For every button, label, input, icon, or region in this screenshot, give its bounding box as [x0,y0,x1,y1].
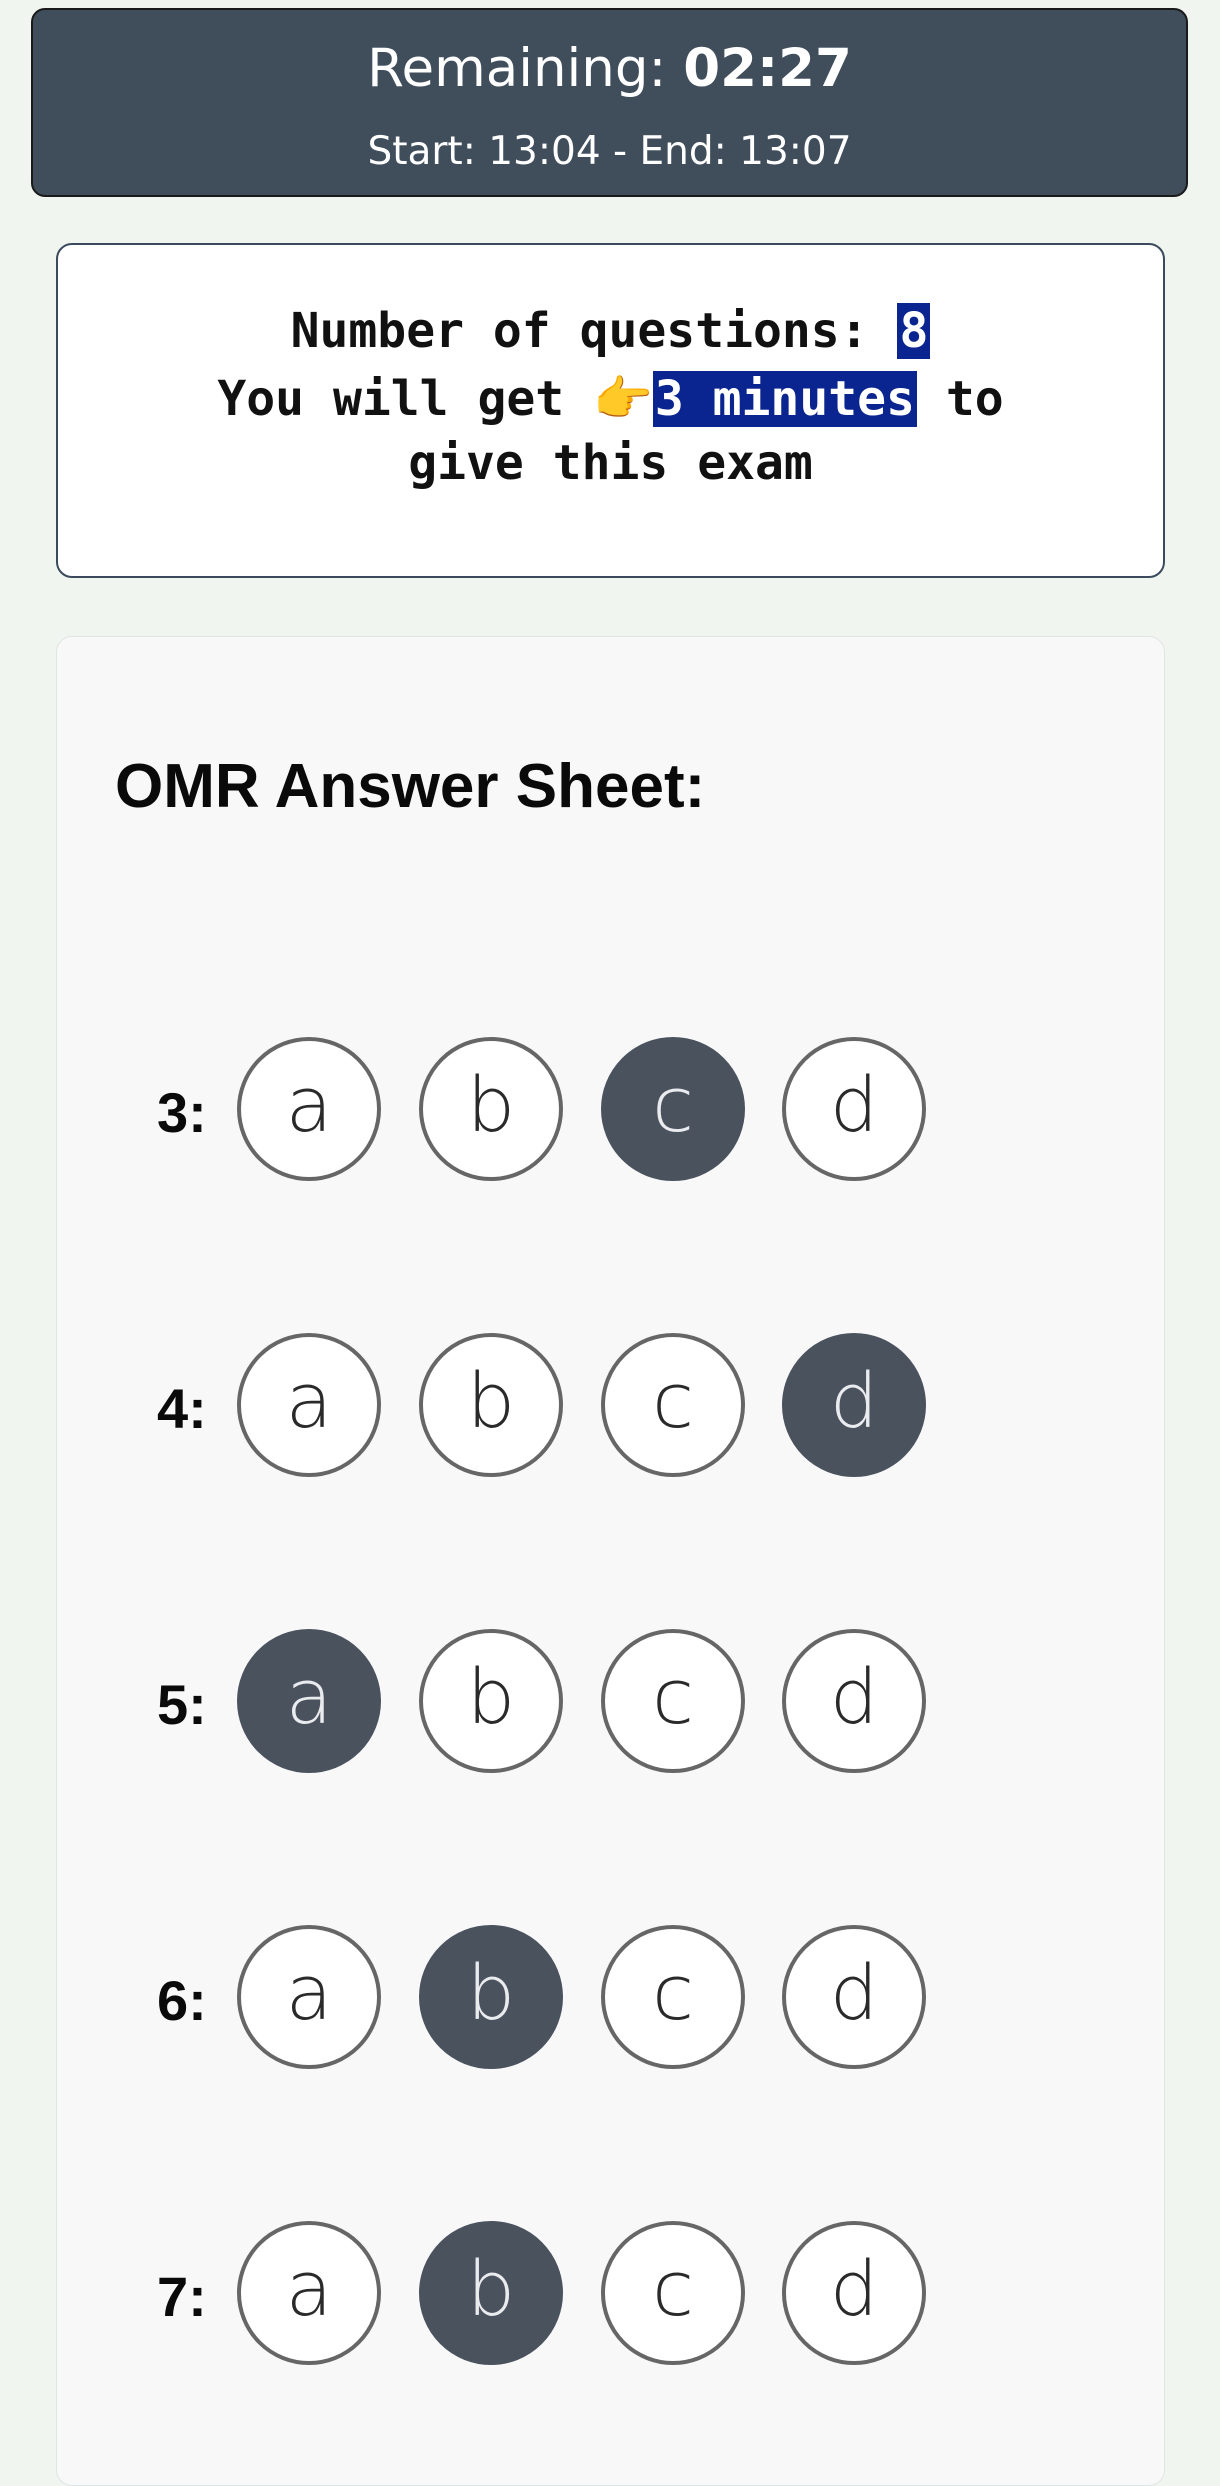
option-bubble-b[interactable]: b [419,1629,563,1773]
exam-schedule: Start: 13:04 - End: 13:07 [367,129,852,174]
option-bubble-a[interactable]: a [237,1037,381,1181]
omr-answer-sheet: OMR Answer Sheet: 3: a b c d 4: a b c d 5: a b c d 6: a b… [56,636,1165,2486]
option-bubble-c[interactable]: c [601,1037,745,1181]
timer-bar: Remaining: 02:27 Start: 13:04 - End: 13:… [31,8,1188,197]
option-bubble-c[interactable]: c [601,2221,745,2365]
questions-label: Number of questions: [290,303,898,359]
option-bubble-a[interactable]: a [237,2221,381,2365]
question-row: 7: a b c d [57,2221,1164,2365]
option-bubble-c[interactable]: c [601,1629,745,1773]
option-bubble-d[interactable]: d [782,1333,926,1477]
questions-count: 8 [897,303,931,359]
duration-suffix: to [916,371,1004,427]
question-row: 3: a b c d [57,1037,1164,1181]
exam-info-card: Number of questions: 8 You will get 👉3 m… [56,243,1165,578]
duration-line-end: give this exam [408,435,813,491]
option-bubble-d[interactable]: d [782,1629,926,1773]
option-bubble-d[interactable]: d [782,1037,926,1181]
duration-line: You will get 👉3 minutes to [58,367,1163,431]
question-row: 4: a b c d [57,1333,1164,1477]
remaining-time-value: 02:27 [683,38,852,99]
option-bubble-a[interactable]: a [237,1333,381,1477]
option-bubble-c[interactable]: c [601,1333,745,1477]
option-bubble-b[interactable]: b [419,1333,563,1477]
question-row: 6: a b c d [57,1925,1164,2069]
sheet-title: OMR Answer Sheet: [115,752,706,821]
option-bubble-b[interactable]: b [419,2221,563,2365]
question-row: 5: a b c d [57,1629,1164,1773]
option-bubble-a[interactable]: a [237,1629,381,1773]
duration-prefix: You will get [217,371,594,427]
option-bubble-d[interactable]: d [782,2221,926,2365]
pointing-hand-icon: 👉 [593,371,653,427]
questions-count-line: Number of questions: 8 [58,299,1163,363]
remaining-label: Remaining: [367,38,684,99]
option-bubble-b[interactable]: b [419,1925,563,2069]
duration-value: 3 minutes [652,371,917,427]
option-bubble-b[interactable]: b [419,1037,563,1181]
option-bubble-a[interactable]: a [237,1925,381,2069]
option-bubble-c[interactable]: c [601,1925,745,2069]
option-bubble-d[interactable]: d [782,1925,926,2069]
remaining-time: Remaining: 02:27 [33,34,1186,104]
